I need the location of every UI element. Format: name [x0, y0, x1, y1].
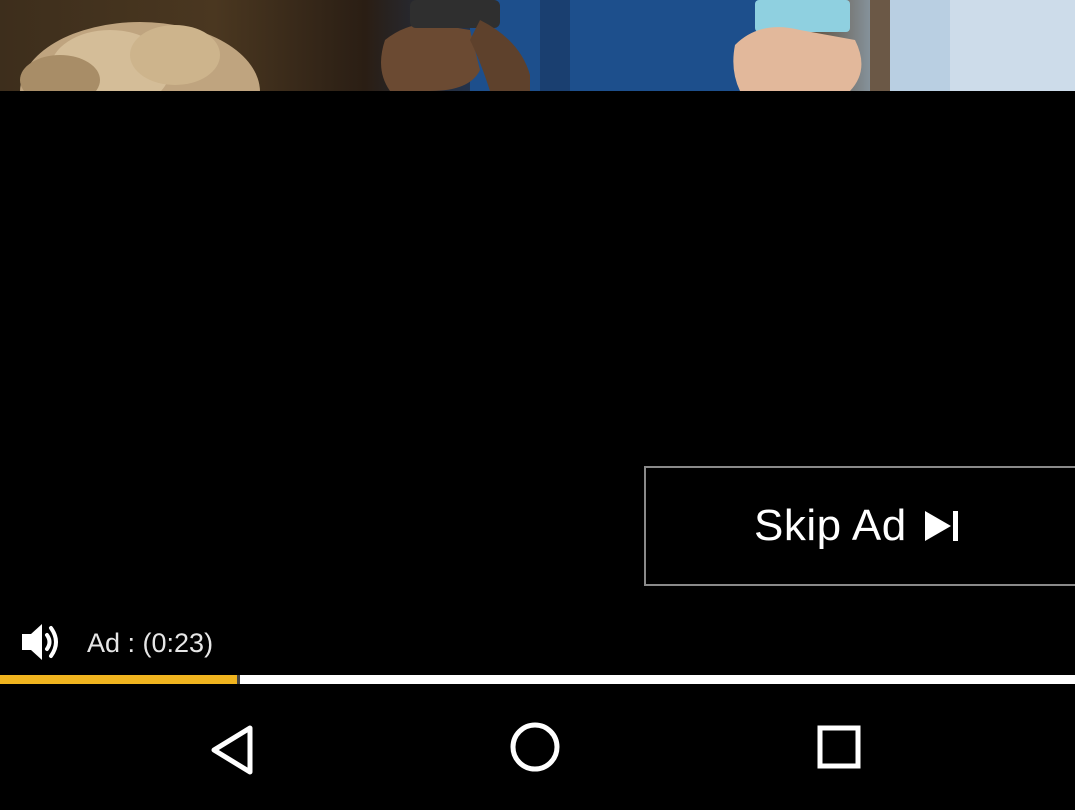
recents-square-icon[interactable]: [809, 720, 869, 780]
home-circle-icon[interactable]: [505, 720, 565, 780]
ad-player-screen: Skip Ad Ad : (0:23): [0, 0, 1075, 810]
ad-progress-marker: [237, 675, 240, 684]
skip-ad-label: Skip Ad: [754, 501, 907, 550]
back-triangle-icon[interactable]: [204, 720, 264, 780]
skip-ad-button[interactable]: Skip Ad: [644, 466, 1075, 586]
ad-progress-bar: [0, 675, 1075, 684]
ad-countdown-text: Ad : (0:23): [87, 628, 214, 658]
ad-progress-played: [0, 675, 237, 684]
system-navigation-bar: [0, 685, 1075, 810]
video-scene-illustration: [20, 0, 1075, 91]
skip-next-icon: [923, 509, 963, 543]
video-frame-image[interactable]: [0, 0, 1075, 91]
volume-on-icon[interactable]: [20, 620, 64, 664]
